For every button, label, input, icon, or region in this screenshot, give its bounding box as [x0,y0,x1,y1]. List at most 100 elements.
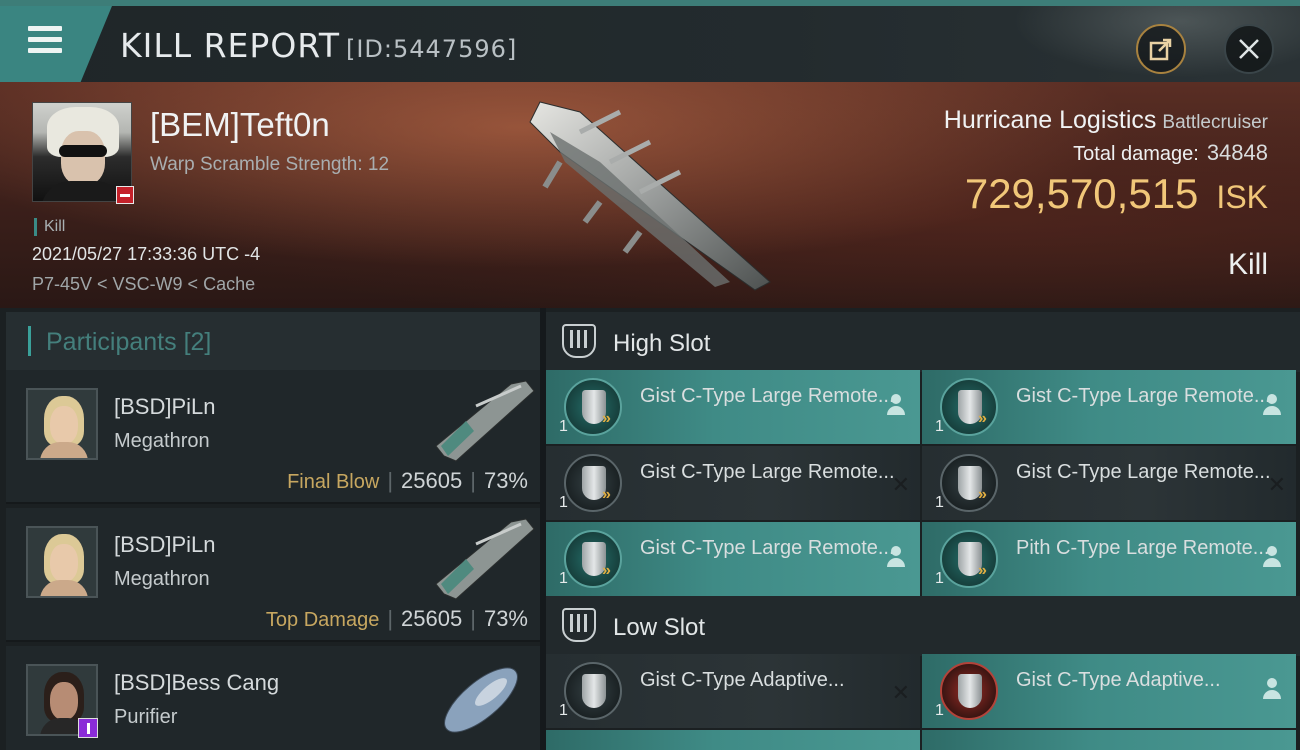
module-name: Gist C-Type Adaptive... [640,669,845,691]
participant-damage: 25605 [401,468,463,493]
participant-row[interactable]: [BSD]PiLn Megathron Final Blow | 25605 | 73% [6,370,540,504]
armor-module-icon [564,662,622,720]
victim-ship-name: Hurricane Logistics [943,106,1157,134]
participant-name: [BSD]PiLn [114,394,216,419]
shield-module-icon: » [564,378,622,436]
participant-damage-percent: 73% [483,606,528,631]
isk-value: 729,570,515 [964,170,1199,217]
participant-role: Top Damage [265,609,380,631]
shield-module-icon: » [564,530,622,588]
kill-report-id: [ID:5447596] [345,35,518,63]
module-name: Gist C-Type Large Remote... [640,385,895,407]
participant-avatar[interactable] [26,388,98,460]
user-icon [886,394,906,418]
participant-ship-render [435,518,535,600]
kill-timestamp: 2021/05/27 17:33:36 UTC -4 [32,244,261,264]
close-button[interactable] [1224,24,1274,74]
victim-ship-render [529,101,771,291]
menu-icon [28,26,62,56]
participant-name: [BSD]Bess Cang [114,670,280,695]
module-name: Gist C-Type Large Remote... [640,537,895,559]
module-item[interactable] [922,730,1296,750]
module-item[interactable]: » 1 Gist C-Type Large Remote... ✕ [922,446,1296,520]
module-name: Gist C-Type Large Remote... [1016,385,1271,407]
destroyed-x-icon: ✕ [891,472,910,497]
module-item[interactable]: » 1 Gist C-Type Large Remote... ✕ [546,446,920,520]
module-name: Gist C-Type Large Remote... [640,461,895,483]
victim-ship-class: Battlecruiser [1162,112,1268,133]
participant-ship: Megathron [114,568,210,590]
total-damage-value: 34848 [1206,140,1268,165]
low-slot-title: Low Slot [613,614,706,641]
participants-panel: Participants [2] [BSD]PiLn Megathron Fin… [0,308,540,750]
participant-role: Final Blow [287,471,380,493]
module-quantity: 1 [559,702,568,719]
warp-scramble-strength: Warp Scramble Strength: 12 [150,154,390,175]
user-icon [1262,678,1282,702]
module-quantity: 1 [935,418,944,435]
close-icon [1239,39,1259,59]
participant-avatar[interactable] [26,526,98,598]
participant-row[interactable]: [BSD]Bess Cang Purifier [6,646,540,750]
module-item[interactable]: 1 Gist C-Type Adaptive... ✕ [546,654,920,728]
user-icon [1262,546,1282,570]
victim-name[interactable]: [BEM]Teft0n [150,106,330,144]
module-quantity: 1 [935,702,944,719]
participant-name: [BSD]PiLn [114,532,216,557]
shield-module-icon: » [940,378,998,436]
shield-module-icon: » [940,530,998,588]
user-icon [886,546,906,570]
total-damage: Total damage: 34848 [1073,140,1268,166]
victim-ship[interactable]: Hurricane Logistics Battlecruiser [944,106,1268,135]
module-item[interactable]: » 1 Gist C-Type Large Remote... [922,370,1296,444]
low-slot-header: Low Slot [546,596,1300,656]
module-name: Gist C-Type Adaptive... [1016,669,1221,691]
page-title: KILL REPORT [ID:5447596] [120,26,517,65]
participants-count: [2] [183,328,212,356]
participant-ship-render [435,380,535,462]
header-accent-bar [28,326,31,356]
module-quantity: 1 [559,494,568,511]
shield-module-icon: » [940,454,998,512]
participant-row[interactable]: [BSD]PiLn Megathron Top Damage | 25605 | 73% [6,508,540,642]
armor-module-icon [940,662,998,720]
participants-title-text: Participants [46,328,177,356]
slot-rack-icon [562,608,596,642]
isk-unit: ISK [1216,179,1268,215]
participant-damage: 25605 [401,606,463,631]
kill-result-label: Kill [1227,248,1268,281]
participant-ship-render [444,667,518,733]
share-button[interactable] [1136,24,1186,74]
fittings-panel: High Slot » 1 Gist C-Type Large Remote..… [546,308,1300,750]
module-item[interactable]: 1 Gist C-Type Adaptive... [922,654,1296,728]
isk-value-row: 729,570,515 ISK [965,170,1268,218]
module-name: Pith C-Type Large Remote... [1016,537,1270,559]
kill-type-tag: Kill [34,218,65,236]
module-name: Gist C-Type Large Remote... [1016,461,1271,483]
high-slot-header: High Slot [546,312,1300,372]
user-icon [1262,394,1282,418]
module-quantity: 1 [935,494,944,511]
participants-header: Participants [2] [6,312,540,374]
module-quantity: 1 [559,570,568,587]
participant-stats: Final Blow | 25605 | 73% [287,468,528,493]
negative-standing-icon [116,186,134,204]
participant-ship: Purifier [114,706,178,728]
share-icon [1149,38,1172,61]
destroyed-x-icon: ✕ [891,680,910,705]
module-quantity: 1 [935,570,944,587]
module-item[interactable]: » 1 Gist C-Type Large Remote... [546,370,920,444]
module-item[interactable]: » 1 Gist C-Type Large Remote... [546,522,920,596]
module-item[interactable]: » 1 Pith C-Type Large Remote... [922,522,1296,596]
page-title-text: KILL REPORT [120,26,340,65]
module-quantity: 1 [559,418,568,435]
slot-rack-icon [562,324,596,358]
participant-damage-percent: 73% [483,468,528,493]
kill-location: P7-45V < VSC-W9 < Cache [32,274,256,294]
menu-button[interactable] [0,6,112,82]
module-item[interactable] [546,730,920,750]
participant-stats: Top Damage | 25605 | 73% [265,606,528,631]
participant-ship: Megathron [114,430,210,452]
high-slot-title: High Slot [613,330,711,357]
total-damage-label: Total damage: [1073,143,1199,165]
